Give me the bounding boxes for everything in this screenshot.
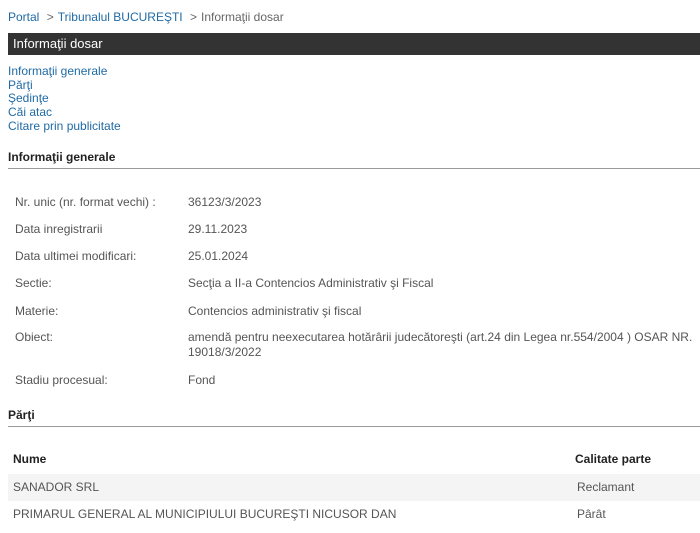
info-value: 29.11.2023 — [188, 222, 248, 236]
parti-heading: Părţi — [8, 408, 700, 427]
party-role: Reclamant — [577, 480, 635, 494]
info-label: Data ultimei modificari: — [15, 249, 137, 263]
column-header-nume: Nume — [13, 452, 47, 466]
breadcrumb-separator: > — [189, 10, 197, 24]
breadcrumb: Portal > Tribunalul BUCUREŞTI > Informaţii… — [8, 10, 284, 24]
party-name: PRIMARUL GENERAL AL MUNICIPIULUI BUCUREŞ… — [13, 507, 397, 521]
info-label: Obiect: — [15, 330, 54, 344]
nav-link-informatii-generale[interactable]: Informaţii generale — [8, 64, 121, 79]
general-info-heading: Informaţii generale — [8, 150, 700, 169]
table-row: PRIMARUL GENERAL AL MUNICIPIULUI BUCUREŞ… — [8, 501, 700, 528]
breadcrumb-separator: > — [46, 10, 54, 24]
info-value: 36123/3/2023 — [188, 195, 262, 209]
info-label: Stadiu procesual: — [15, 373, 108, 387]
section-nav: Informaţii generale Părţi Şedinţe Căi at… — [8, 64, 121, 134]
info-label: Sectie: — [15, 276, 52, 290]
info-value: Contencios administrativ şi fiscal — [188, 304, 362, 318]
column-header-calitate: Calitate parte — [575, 452, 652, 466]
table-row: SANADOR SRL Reclamant — [8, 474, 700, 501]
breadcrumb-current: Informaţii dosar — [201, 10, 284, 24]
info-value: Secţia a II-a Contencios Administrativ ş… — [188, 276, 434, 290]
breadcrumb-portal-link[interactable]: Portal — [8, 10, 39, 24]
nav-link-cai-atac[interactable]: Căi atac — [8, 105, 121, 120]
breadcrumb-tribunal-link[interactable]: Tribunalul BUCUREŞTI — [58, 10, 183, 24]
page-title: Informaţii dosar — [8, 33, 700, 55]
info-label: Materie: — [15, 304, 59, 318]
nav-link-sedinte[interactable]: Şedinţe — [8, 92, 121, 106]
info-value: amendă pentru neexecutarea hotărârii jud… — [188, 330, 693, 359]
nav-link-parti[interactable]: Părţi — [8, 78, 121, 93]
nav-link-citare-publicitate[interactable]: Citare prin publicitate — [8, 119, 121, 134]
info-label: Data inregistrarii — [15, 222, 103, 236]
info-value: Fond — [188, 373, 216, 387]
info-value: 25.01.2024 — [188, 249, 249, 263]
party-name: SANADOR SRL — [13, 480, 100, 494]
party-role: Pârât — [577, 507, 606, 521]
info-label: Nr. unic (nr. format vechi) : — [15, 195, 156, 209]
